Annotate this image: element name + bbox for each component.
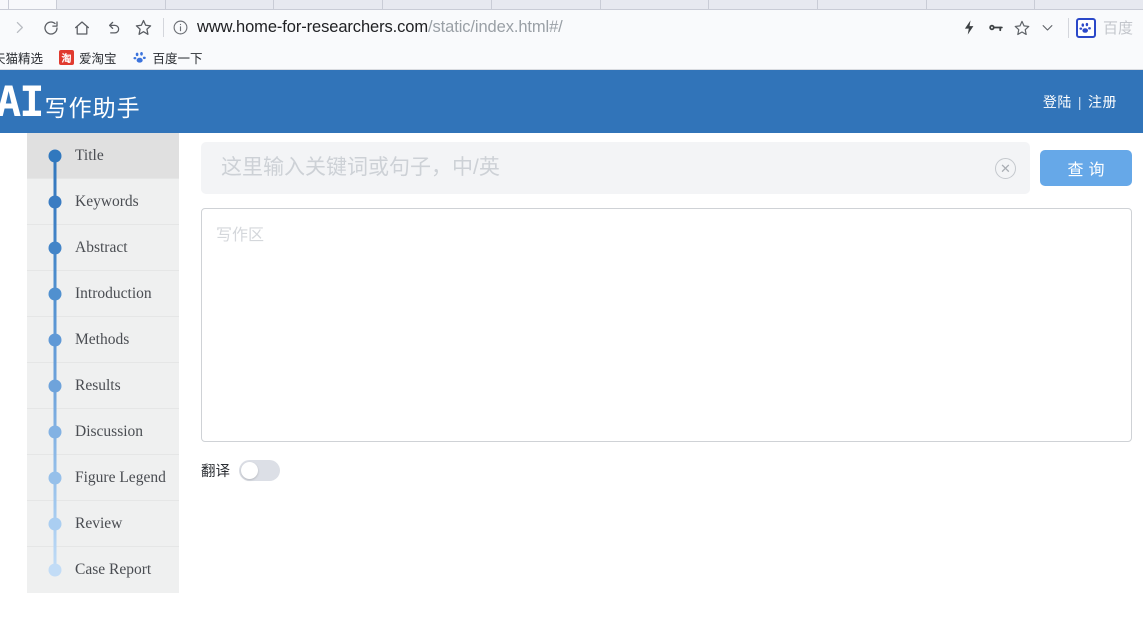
key-icon[interactable]: [983, 12, 1009, 43]
sidebar-item-introduction[interactable]: Introduction: [27, 271, 179, 317]
logo-mark: AI: [0, 76, 45, 126]
browser-tab-strip[interactable]: [0, 0, 1143, 10]
back-arrow-icon[interactable]: [97, 12, 128, 43]
sidebar-item-title[interactable]: Title: [27, 133, 179, 179]
sidebar-item-keywords[interactable]: Keywords: [27, 179, 179, 225]
toolbar-right-actions: 百度: [957, 12, 1137, 43]
translate-toggle[interactable]: [239, 460, 280, 481]
sidebar-item-dot: [48, 425, 62, 438]
tab-stub[interactable]: [599, 0, 709, 9]
bookmark-label: 爱淘宝: [79, 51, 117, 66]
chevron-down-icon[interactable]: [1035, 12, 1061, 43]
bookmark-star-icon[interactable]: [128, 12, 159, 43]
home-icon[interactable]: [66, 12, 97, 43]
tab-stub[interactable]: [56, 0, 165, 9]
sidebar-item-label: Keywords: [75, 192, 139, 210]
app-body: Title Keywords Abstract Introduction Methods…: [0, 133, 1143, 619]
register-link[interactable]: 注册: [1088, 92, 1117, 112]
baidu-extension[interactable]: 百度: [1075, 17, 1137, 38]
tab-stub[interactable]: [925, 0, 1035, 9]
sidebar-item-dot: [48, 241, 62, 254]
tab-stub[interactable]: [708, 0, 817, 9]
favorite-star-icon[interactable]: [1009, 12, 1035, 43]
app-header: AI 写作助手 登陆 | 注册: [0, 70, 1143, 133]
taobao-icon: 淘: [59, 49, 75, 65]
tab-stub[interactable]: [273, 0, 383, 9]
sidebar-item-label: Title: [75, 146, 104, 164]
sidebar-item-dot: [48, 333, 62, 346]
url-host: www.home-for-researchers.com: [197, 18, 429, 36]
baidu-paw-icon: [133, 50, 148, 65]
auth-separator: |: [1077, 93, 1082, 110]
baidu-paw-icon[interactable]: [1075, 17, 1096, 38]
baidu-extension-label: 百度: [1102, 20, 1133, 37]
tab-stub[interactable]: [490, 0, 600, 9]
sidebar-item-label: Case Report: [75, 561, 152, 578]
auth-links: 登陆 | 注册: [1043, 92, 1117, 112]
search-row: ✕ 查询: [201, 142, 1132, 194]
toggle-knob: [241, 462, 258, 479]
tab-stub[interactable]: [8, 0, 56, 9]
url-path: /static/index.html#/: [428, 18, 563, 36]
tab-stub[interactable]: [0, 0, 8, 9]
address-bar[interactable]: www.home-for-researchers.com/static/inde…: [172, 12, 957, 43]
clear-circle-icon[interactable]: ✕: [995, 157, 1016, 179]
sidebar-item-label: Figure Legend: [75, 468, 166, 486]
sidebar-item-label: Review: [75, 514, 123, 532]
sidebar-item-dot: [48, 471, 62, 484]
sidebar-item-dot: [48, 195, 62, 208]
search-field[interactable]: ✕: [201, 142, 1030, 194]
sidebar-item-label: Introduction: [75, 284, 152, 302]
query-button[interactable]: 查询: [1040, 150, 1132, 186]
extension-divider: [1067, 17, 1069, 38]
bookmarks-bar: 天猫精选 淘 爱淘宝 百度一下: [0, 45, 1143, 70]
search-input[interactable]: [219, 155, 995, 181]
translate-row: 翻译: [201, 460, 1132, 481]
reload-icon[interactable]: [35, 12, 66, 43]
forward-nav-icon[interactable]: [4, 12, 35, 43]
url-text: www.home-for-researchers.com/static/inde…: [197, 18, 563, 37]
sidebar-item-review[interactable]: Review: [27, 501, 179, 547]
sidebar-item-dot: [48, 379, 62, 392]
sidebar-item-results[interactable]: Results: [27, 363, 179, 409]
translate-label: 翻译: [201, 464, 230, 480]
sidebar-item-methods[interactable]: Methods: [27, 317, 179, 363]
sidebar-item-label: Methods: [75, 330, 130, 348]
sidebar-item-label: Results: [75, 376, 121, 394]
sidebar-item-dot: [48, 517, 62, 530]
lightning-bolt-icon[interactable]: [957, 12, 983, 43]
sidebar-item-label: Discussion: [75, 422, 144, 440]
sidebar-item-dot: [48, 287, 62, 300]
sidebar-item-case-report[interactable]: Case Report: [27, 547, 179, 593]
bookmark-baidu[interactable]: 百度一下: [125, 48, 211, 67]
sidebar-item-list: Title Keywords Abstract Introduction Methods…: [27, 133, 179, 593]
sidebar-item-discussion[interactable]: Discussion: [27, 409, 179, 455]
tab-stub[interactable]: [382, 0, 491, 9]
tab-stub[interactable]: [816, 0, 926, 9]
login-link[interactable]: 登陆: [1043, 92, 1072, 112]
tab-stub[interactable]: [1034, 0, 1143, 9]
sidebar-item-dot: [48, 563, 62, 577]
sidebar-timeline-line: [53, 156, 57, 570]
writing-area-textarea[interactable]: [201, 208, 1132, 442]
sidebar-item-abstract[interactable]: Abstract: [27, 225, 179, 271]
site-info-icon[interactable]: [172, 19, 189, 36]
brand-logo[interactable]: AI 写作助手: [0, 76, 141, 126]
bookmark-taobao[interactable]: 淘 爱淘宝: [51, 48, 125, 67]
tab-stub[interactable]: [164, 0, 274, 9]
bookmark-label: 百度一下: [152, 51, 203, 66]
bookmark-label: 天猫精选: [0, 51, 44, 66]
sidebar-nav: Title Keywords Abstract Introduction Methods…: [27, 133, 179, 593]
sidebar-item-dot: [48, 149, 62, 162]
main-panel: ✕ 查询 翻译: [179, 133, 1143, 481]
bookmark-tmall[interactable]: 天猫精选: [0, 48, 51, 67]
toolbar-divider: [163, 18, 164, 37]
sidebar-item-label: Abstract: [75, 238, 128, 256]
sidebar-item-figure-legend[interactable]: Figure Legend: [27, 455, 179, 501]
logo-text: 写作助手: [44, 94, 141, 121]
browser-toolbar: www.home-for-researchers.com/static/inde…: [0, 10, 1143, 45]
